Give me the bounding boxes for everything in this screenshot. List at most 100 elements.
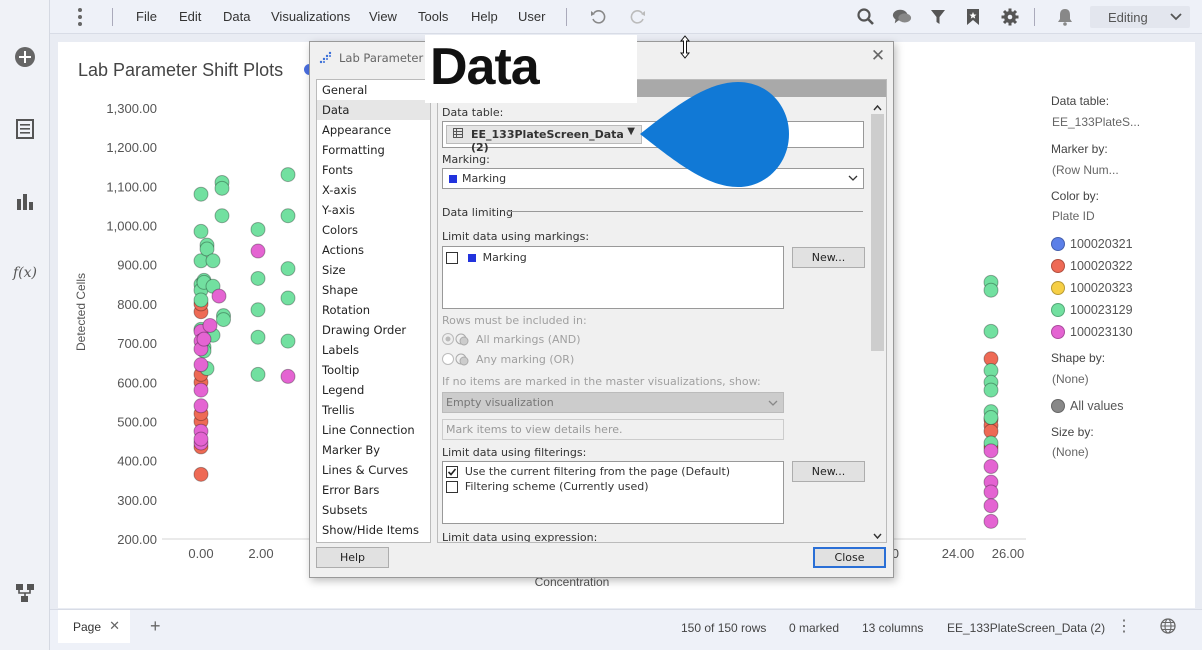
menu-user[interactable]: User bbox=[518, 9, 545, 24]
scatter-point-100023129[interactable] bbox=[250, 329, 266, 345]
scatter-point-100023130[interactable] bbox=[196, 331, 212, 347]
scatter-point-100020322[interactable] bbox=[193, 466, 209, 482]
scatter-point-100023129[interactable] bbox=[193, 223, 209, 239]
dialog-section-formatting[interactable]: Formatting bbox=[317, 140, 430, 160]
scatter-point-100023129[interactable] bbox=[983, 282, 999, 298]
any-marking-radio[interactable]: Any marking (OR) bbox=[442, 352, 574, 369]
scatter-point-100023130[interactable] bbox=[983, 498, 999, 514]
legend-item[interactable]: All values bbox=[1051, 398, 1124, 414]
scatter-point-100023129[interactable] bbox=[250, 221, 266, 237]
dialog-section-labels[interactable]: Labels bbox=[317, 340, 430, 360]
scatter-point-100023130[interactable] bbox=[193, 357, 209, 373]
hierarchy-icon[interactable] bbox=[12, 580, 38, 606]
help-button[interactable]: Help bbox=[316, 547, 389, 568]
scatter-point-100023129[interactable] bbox=[214, 180, 230, 196]
menu-data[interactable]: Data bbox=[223, 9, 250, 24]
scatter-point-100023130[interactable] bbox=[193, 431, 209, 447]
scatter-point-100023129[interactable] bbox=[216, 312, 231, 328]
legend-item[interactable]: 100023129 bbox=[1051, 302, 1133, 318]
gear-icon[interactable] bbox=[1000, 7, 1020, 27]
menu-visualizations[interactable]: Visualizations bbox=[271, 9, 350, 24]
scatter-point-100023129[interactable] bbox=[250, 302, 266, 318]
dialog-section-actions[interactable]: Actions bbox=[317, 240, 430, 260]
close-icon[interactable]: ✕ bbox=[109, 618, 120, 634]
dialog-section-line-connection[interactable]: Line Connection bbox=[317, 420, 430, 440]
dialog-section-tooltip[interactable]: Tooltip bbox=[317, 360, 430, 380]
new-filtering-button[interactable]: New... bbox=[792, 461, 865, 482]
dialog-section-trellis[interactable]: Trellis bbox=[317, 400, 430, 420]
dialog-section-size[interactable]: Size bbox=[317, 260, 430, 280]
dialog-section-error-bars[interactable]: Error Bars bbox=[317, 480, 430, 500]
scroll-up-icon[interactable] bbox=[873, 101, 882, 115]
filter-icon[interactable] bbox=[928, 7, 948, 27]
more-options-icon[interactable] bbox=[78, 8, 84, 26]
menu-view[interactable]: View bbox=[369, 9, 397, 24]
legend-shape-by-value[interactable]: (None) bbox=[1052, 372, 1089, 386]
add-page-icon[interactable]: + bbox=[150, 616, 161, 637]
dialog-section-marker-by[interactable]: Marker By bbox=[317, 440, 430, 460]
legend-marker-by-value[interactable]: (Row Num... bbox=[1052, 163, 1119, 177]
bookmark-icon[interactable] bbox=[963, 7, 983, 27]
comments-icon[interactable] bbox=[892, 7, 912, 27]
scatter-point-100023130[interactable] bbox=[983, 513, 999, 529]
add-circle-icon[interactable] bbox=[12, 44, 38, 70]
scatter-point-100023129[interactable] bbox=[280, 261, 296, 277]
legend-item[interactable]: 100020322 bbox=[1051, 258, 1133, 274]
legend-data-table-value[interactable]: EE_133PlateS... bbox=[1052, 115, 1140, 129]
panel-scrollbar[interactable] bbox=[869, 99, 886, 542]
scatter-point-100023129[interactable] bbox=[214, 208, 230, 224]
dialog-section-subsets[interactable]: Subsets bbox=[317, 500, 430, 520]
scatter-point-100023130[interactable] bbox=[193, 398, 209, 414]
scatter-point-100023130[interactable] bbox=[193, 382, 209, 398]
legend-item[interactable]: 100020323 bbox=[1051, 280, 1133, 296]
scatter-point-100023129[interactable] bbox=[280, 290, 296, 306]
dialog-section-lines-curves[interactable]: Lines & Curves bbox=[317, 460, 430, 480]
scatter-point-100023130[interactable] bbox=[983, 484, 999, 500]
dialog-section-shape[interactable]: Shape bbox=[317, 280, 430, 300]
dialog-section-rotation[interactable]: Rotation bbox=[317, 300, 430, 320]
dialog-section-appearance[interactable]: Appearance bbox=[317, 120, 430, 140]
mark-items-field[interactable]: Mark items to view details here. bbox=[442, 419, 784, 440]
filter-checkbox-checked[interactable] bbox=[446, 465, 458, 478]
page-tab[interactable]: Page ✕ bbox=[58, 610, 130, 643]
scatter-point-100023130[interactable] bbox=[983, 459, 999, 475]
active-table-name[interactable]: EE_133PlateScreen_Data (2) bbox=[947, 621, 1105, 635]
legend-size-by-value[interactable]: (None) bbox=[1052, 445, 1089, 459]
scatter-point-100023129[interactable] bbox=[193, 186, 209, 202]
undo-icon[interactable] bbox=[588, 7, 608, 27]
filter-list-item[interactable]: Use the current filtering from the page … bbox=[446, 464, 730, 478]
empty-visualization-dropdown[interactable]: Empty visualization bbox=[442, 392, 784, 413]
dialog-section-y-axis[interactable]: Y-axis bbox=[317, 200, 430, 220]
scatter-point-100023130[interactable] bbox=[983, 443, 999, 459]
dialog-section-show-hide-items[interactable]: Show/Hide Items bbox=[317, 520, 430, 540]
scatter-point-100023130[interactable] bbox=[202, 317, 218, 333]
scatter-point-100023129[interactable] bbox=[983, 410, 999, 426]
dialog-section-fonts[interactable]: Fonts bbox=[317, 160, 430, 180]
scatter-point-100023129[interactable] bbox=[983, 382, 999, 398]
scatter-point-100023129[interactable] bbox=[280, 167, 296, 183]
scatter-point-100023130[interactable] bbox=[250, 243, 266, 259]
menu-help[interactable]: Help bbox=[471, 9, 498, 24]
more-options-icon[interactable]: ⋮ bbox=[1116, 616, 1132, 636]
scatter-point-100023129[interactable] bbox=[193, 292, 209, 308]
close-icon[interactable]: ✕ bbox=[869, 47, 887, 65]
marking-checkbox[interactable] bbox=[446, 251, 458, 264]
new-marking-button[interactable]: New... bbox=[792, 247, 865, 268]
search-icon[interactable] bbox=[856, 7, 876, 27]
scatter-point-100023129[interactable] bbox=[250, 366, 266, 382]
data-table-icon[interactable] bbox=[12, 116, 38, 142]
scatter-point-100023130[interactable] bbox=[280, 368, 296, 384]
scatter-point-100023130[interactable] bbox=[211, 288, 227, 304]
scrollbar-thumb[interactable] bbox=[871, 114, 884, 351]
marking-list-item[interactable]: Marking bbox=[446, 250, 527, 264]
globe-icon[interactable] bbox=[1160, 618, 1176, 637]
close-button[interactable]: Close bbox=[813, 547, 886, 568]
menu-tools[interactable]: Tools bbox=[418, 9, 448, 24]
menu-edit[interactable]: Edit bbox=[179, 9, 201, 24]
function-icon[interactable]: f(x) bbox=[12, 260, 38, 286]
notification-bell-icon[interactable] bbox=[1055, 7, 1075, 27]
data-table-dropdown[interactable]: EE_133PlateScreen_Data (2) ▼ bbox=[446, 125, 642, 154]
legend-item[interactable]: 100023130 bbox=[1051, 324, 1133, 340]
dialog-section-legend[interactable]: Legend bbox=[317, 380, 430, 400]
scatter-point-100023129[interactable] bbox=[280, 333, 296, 349]
